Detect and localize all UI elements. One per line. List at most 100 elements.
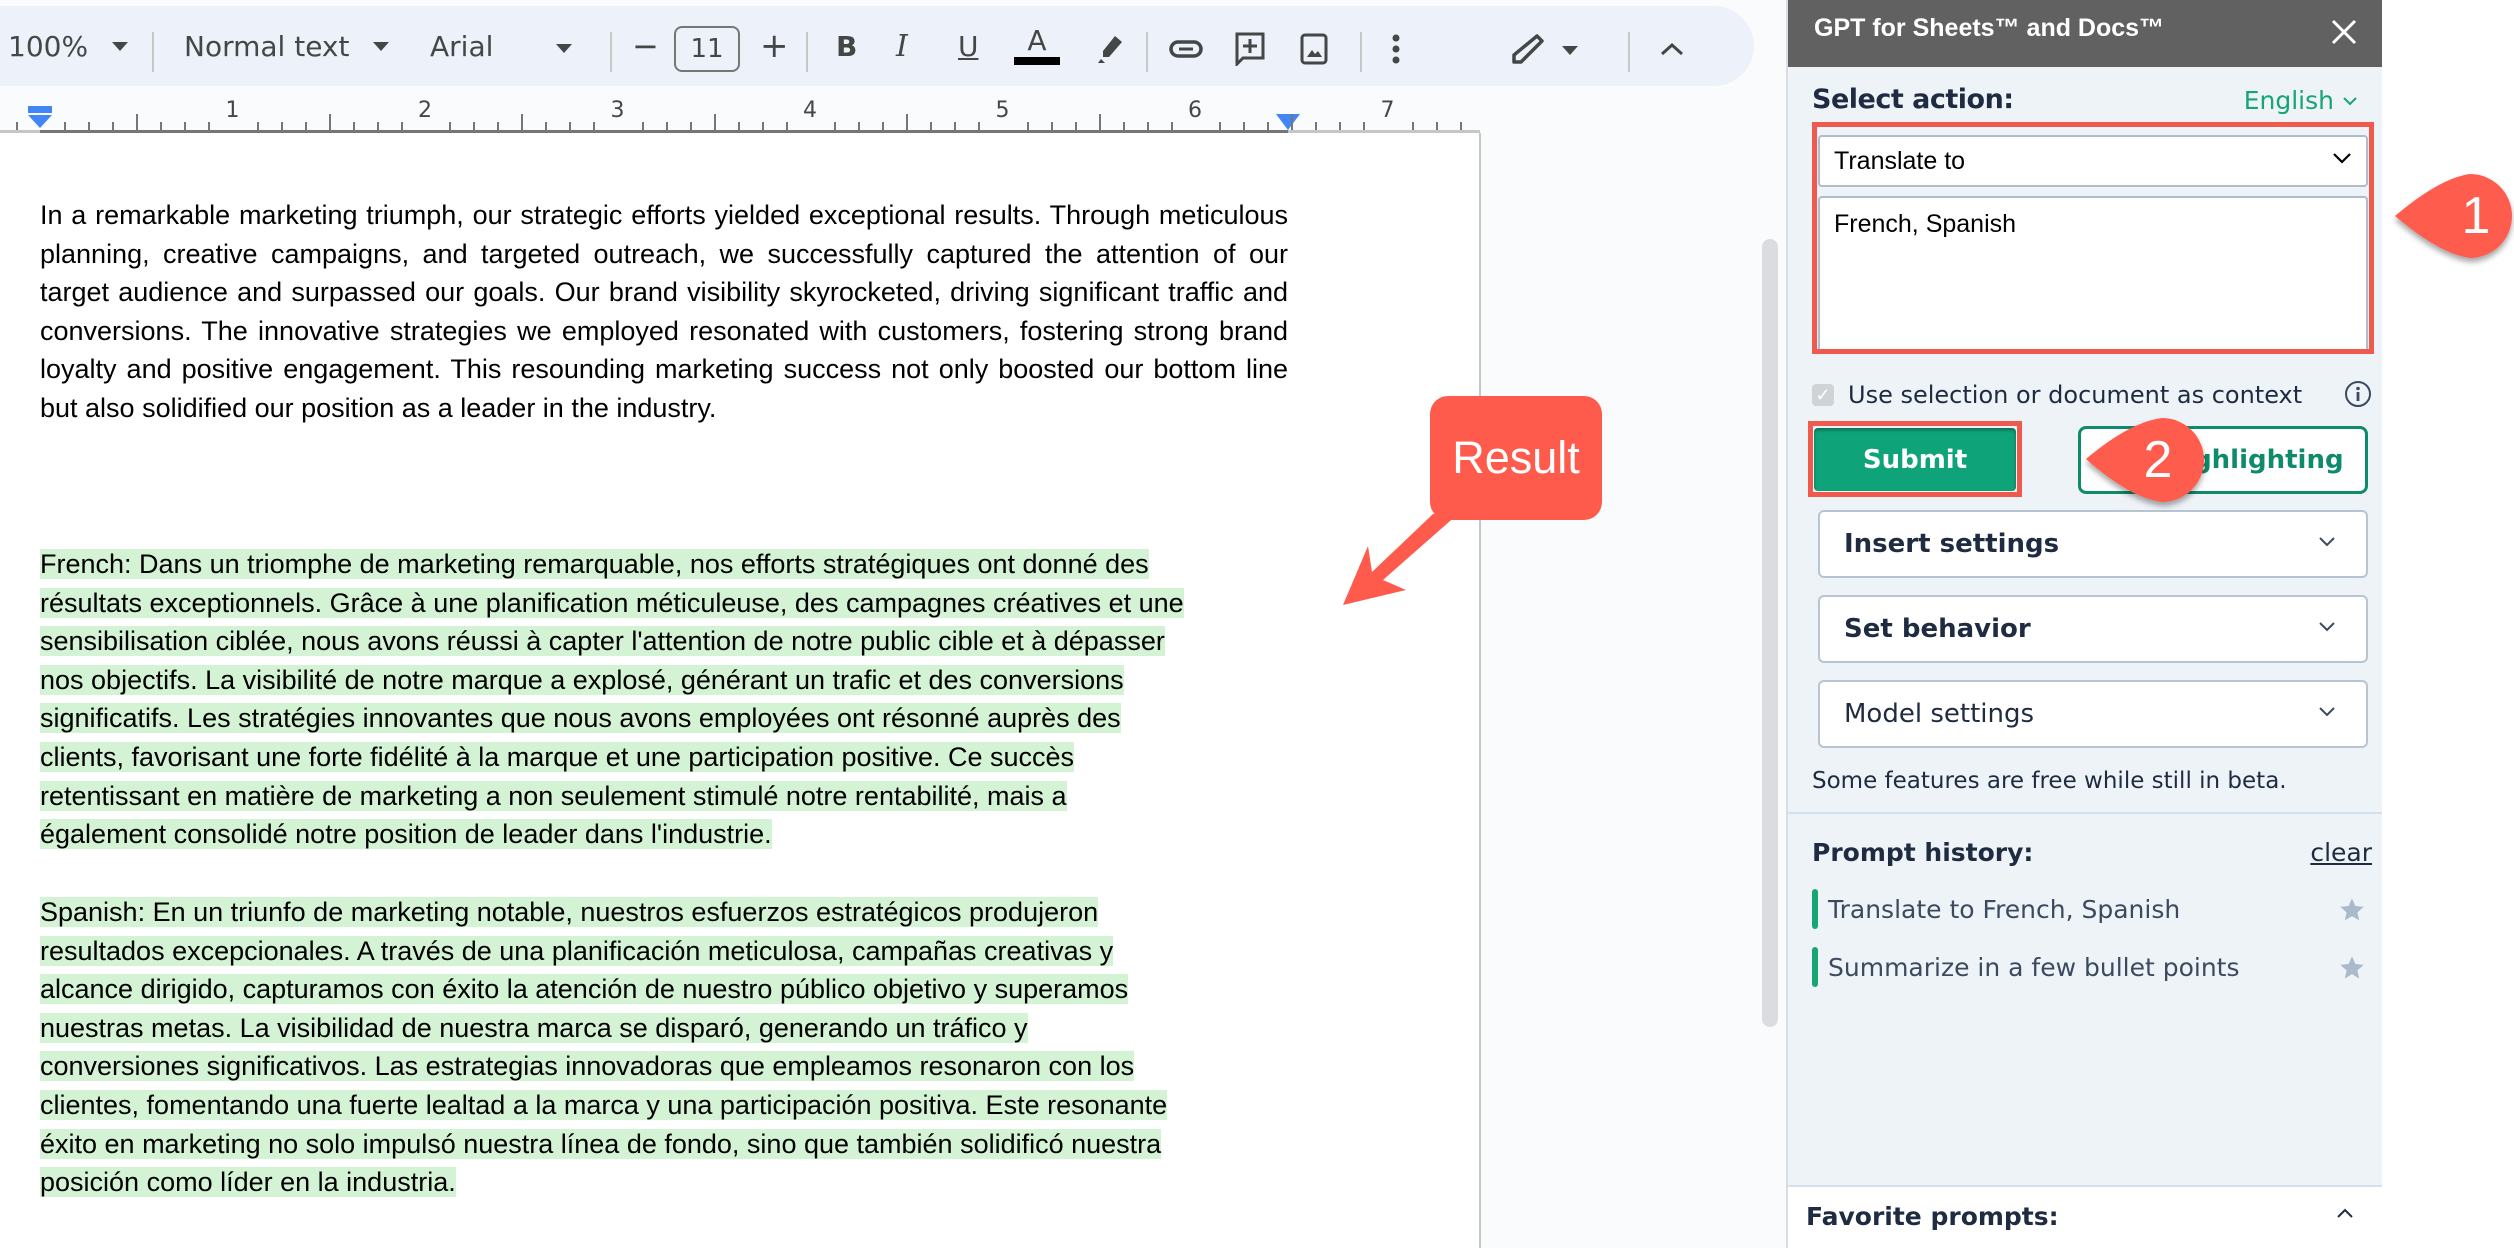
ruler-tick bbox=[449, 122, 452, 130]
history-item-text: Summarize in a few bullet points bbox=[1828, 952, 2240, 982]
add-comment-button[interactable] bbox=[1228, 24, 1272, 74]
set-behavior-accordion[interactable]: Set behavior bbox=[1818, 595, 2368, 663]
ruler-tick bbox=[376, 122, 379, 130]
context-checkbox[interactable]: ✓ bbox=[1812, 384, 1834, 406]
plus-icon: + bbox=[760, 26, 789, 66]
ruler-tick bbox=[1170, 122, 1173, 130]
insert-link-button[interactable] bbox=[1164, 24, 1208, 74]
ruler[interactable]: 1 2 3 4 5 6 7 bbox=[0, 86, 1480, 134]
ruler-tick bbox=[1291, 114, 1294, 130]
french-line-text: sensibilisation ciblée, nous avons réuss… bbox=[40, 626, 1165, 657]
ruler-tick bbox=[906, 114, 909, 130]
right-indent-marker[interactable] bbox=[1276, 114, 1300, 130]
context-checkbox-row[interactable]: ✓ Use selection or document as context bbox=[1812, 378, 2372, 412]
highlight-color-button[interactable] bbox=[1088, 24, 1132, 74]
favorite-prompts-label: Favorite prompts: bbox=[1806, 1202, 2059, 1231]
decrease-font-size-button[interactable]: − bbox=[632, 6, 659, 86]
ruler-tick bbox=[1050, 122, 1053, 130]
clear-history-link[interactable]: clear bbox=[2310, 838, 2372, 867]
insert-settings-accordion[interactable]: Insert settings bbox=[1818, 510, 2368, 578]
font-size-input[interactable]: 11 bbox=[674, 26, 740, 72]
french-line: nos objectifs. La visibilité de notre ma… bbox=[40, 661, 1288, 700]
highlighting-button[interactable]: Highlighting bbox=[2078, 426, 2368, 494]
action-select[interactable]: Translate to bbox=[1818, 135, 2368, 187]
caret-down-icon[interactable] bbox=[556, 44, 572, 53]
accordion-label: Set behavior bbox=[1844, 614, 2031, 644]
insert-image-button[interactable] bbox=[1292, 24, 1336, 74]
chevron-up-icon bbox=[1660, 42, 1684, 56]
ruler-tick bbox=[497, 122, 500, 130]
text-color-button[interactable]: A bbox=[1014, 6, 1060, 86]
accordion-label: Insert settings bbox=[1844, 529, 2060, 559]
divider bbox=[1788, 812, 2384, 814]
star-icon[interactable] bbox=[2338, 896, 2366, 924]
toolbar-divider bbox=[610, 32, 612, 72]
chevron-down-icon bbox=[2319, 707, 2335, 717]
underline-icon: U bbox=[958, 29, 979, 63]
left-indent-marker[interactable] bbox=[28, 106, 52, 128]
document-scrollbar[interactable] bbox=[1762, 239, 1778, 1027]
increase-font-size-button[interactable]: + bbox=[760, 6, 789, 86]
spanish-line-text: Spanish: En un triunfo de marketing nota… bbox=[40, 897, 1099, 927]
ruler-tick bbox=[1459, 122, 1462, 130]
ruler-tick bbox=[593, 122, 596, 130]
ruler-tick bbox=[882, 122, 885, 130]
toolbar-divider bbox=[152, 32, 154, 72]
more-options-button[interactable] bbox=[1374, 24, 1418, 74]
font-select[interactable]: Arial bbox=[430, 6, 560, 86]
toolbar-divider bbox=[806, 32, 808, 72]
docs-toolbar: 100% Normal text Arial − 11 + B I U A bbox=[0, 6, 1754, 86]
ruler-number: 1 bbox=[225, 98, 240, 123]
ruler-tick bbox=[208, 122, 211, 130]
ruler-tick bbox=[304, 122, 307, 130]
marker-icon bbox=[1098, 36, 1122, 63]
chevron-up-icon bbox=[2337, 1208, 2353, 1218]
image-icon bbox=[1300, 33, 1328, 65]
spanish-line: conversiones significativos. Las estrate… bbox=[40, 1047, 1288, 1086]
ruler-tick bbox=[785, 122, 788, 130]
hide-menus-button[interactable] bbox=[1650, 24, 1694, 74]
ruler-number: 3 bbox=[610, 98, 625, 123]
language-select[interactable]: English bbox=[2244, 86, 2358, 115]
chevron-down-icon bbox=[2319, 622, 2335, 632]
ruler-tick bbox=[713, 114, 716, 130]
french-line-text: significatifs. Les stratégies innovantes… bbox=[40, 703, 1121, 734]
underline-button[interactable]: U bbox=[958, 6, 979, 86]
italic-button[interactable]: I bbox=[896, 6, 908, 86]
info-icon[interactable] bbox=[2344, 380, 2372, 408]
font-value: Arial bbox=[430, 29, 494, 63]
editing-mode-button[interactable] bbox=[1506, 24, 1550, 74]
spanish-line: nuestras metas. La visibilidad de nuestr… bbox=[40, 1009, 1288, 1048]
ruler-tick bbox=[1339, 122, 1342, 130]
ruler-tick bbox=[689, 122, 692, 130]
close-icon[interactable] bbox=[2326, 14, 2362, 50]
zoom-select[interactable]: 100% bbox=[8, 6, 129, 86]
model-settings-accordion[interactable]: Model settings bbox=[1818, 680, 2368, 748]
ruler-tick bbox=[1243, 122, 1246, 130]
prompt-textarea[interactable] bbox=[1818, 196, 2368, 354]
french-line-text: nos objectifs. La visibilité de notre ma… bbox=[40, 664, 1124, 695]
ruler-tick bbox=[954, 122, 957, 130]
ruler-tick bbox=[1074, 122, 1077, 130]
spanish-line-text: nuestras metas. La visibilidad de nuestr… bbox=[40, 1012, 1028, 1043]
history-item-indicator bbox=[1812, 947, 1818, 987]
caret-down-icon bbox=[373, 41, 390, 51]
annotation-highlight-box-2 bbox=[1808, 421, 2022, 497]
ruler-tick bbox=[761, 122, 764, 130]
history-item-indicator bbox=[1812, 889, 1818, 929]
ruler-tick bbox=[521, 114, 524, 130]
ruler-number: 4 bbox=[803, 98, 817, 123]
ruler-tick bbox=[1219, 122, 1222, 130]
bold-button[interactable]: B bbox=[836, 6, 857, 86]
ruler-tick bbox=[737, 122, 740, 130]
chevron-down-icon bbox=[2333, 153, 2351, 164]
history-item[interactable]: Translate to French, Spanish bbox=[1812, 888, 2378, 930]
spanish-line: posición como líder en la industria. bbox=[40, 1163, 1288, 1202]
caret-down-icon[interactable] bbox=[1562, 46, 1578, 55]
ruler-tick bbox=[1122, 122, 1125, 130]
paragraph-style-select[interactable]: Normal text bbox=[184, 6, 390, 86]
favorite-prompts-section[interactable]: Favorite prompts: bbox=[1788, 1187, 2384, 1248]
star-icon[interactable] bbox=[2338, 954, 2366, 982]
history-item[interactable]: Summarize in a few bullet points bbox=[1812, 946, 2378, 988]
spanish-line-text: conversiones significativos. Las estrate… bbox=[40, 1051, 1135, 1082]
